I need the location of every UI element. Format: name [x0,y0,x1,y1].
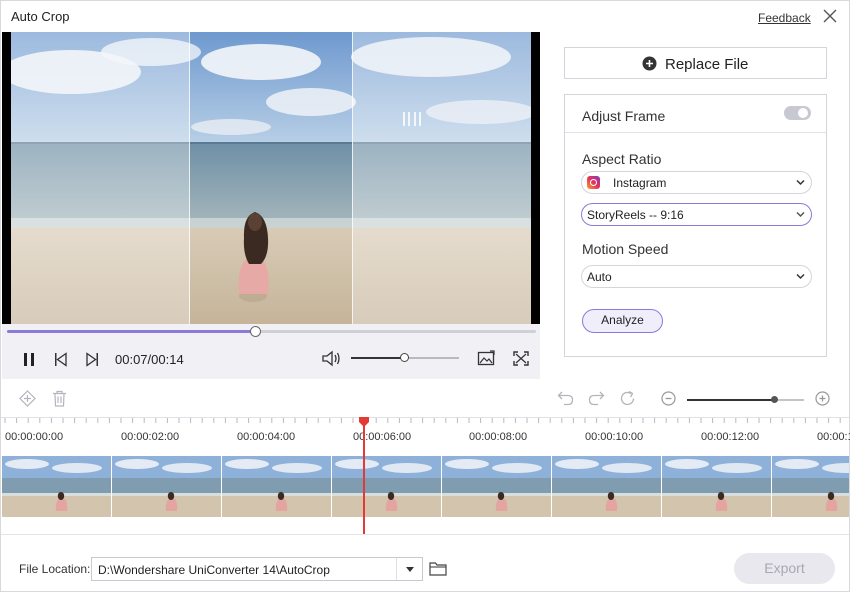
window-title: Auto Crop [11,9,70,24]
time-display: 00:07/00:14 [115,352,184,367]
fullscreen-icon[interactable] [512,350,530,367]
adjust-frame-label: Adjust Frame [582,108,666,124]
track-spacer [1,517,849,535]
chevron-down-icon [796,211,805,218]
video-track[interactable] [2,456,849,517]
platform-select[interactable]: Instagram [581,171,812,194]
add-circle-icon [642,56,657,71]
track-thumbnail [442,456,552,517]
track-thumbnail [662,456,772,517]
analyze-button[interactable]: Analyze [582,309,663,333]
video-frame [11,32,531,324]
video-preview [2,32,540,324]
redo-icon[interactable] [588,390,605,406]
ruler-tick-label: 00:00:04:00 [237,431,296,443]
volume-fill [351,357,405,359]
settings-panel: Adjust Frame Aspect Ratio Instagram Stor… [564,94,827,357]
ruler-tick-label: 00:00:08:00 [469,431,528,443]
crop-right-edge[interactable] [352,32,353,324]
replace-file-label: Replace File [665,56,749,73]
ruler-tick-label: 00:00:14:00 [817,431,850,443]
file-location-dropdown[interactable] [396,558,422,580]
timeline-ruler[interactable]: 00:00:00:00 00:00:02:00 00:00:04:00 00:0… [1,417,850,455]
crop-mask-right [353,32,531,324]
track-thumbnail [222,456,332,517]
ruler-tick-label: 00:00:10:00 [585,431,644,443]
timeline-toolbar [1,379,849,417]
zoom-fill [687,399,775,401]
instagram-icon [587,176,600,189]
adjust-frame-row: Adjust Frame [565,95,826,133]
ruler-ticks [4,418,841,423]
crop-mask-left [11,32,189,324]
zoom-out-icon[interactable] [660,390,677,407]
progress-handle[interactable] [250,326,261,337]
snapshot-icon[interactable] [477,350,496,367]
playhead-marker-icon[interactable] [359,417,369,427]
volume-slider[interactable] [351,353,459,362]
folder-icon[interactable] [429,561,447,576]
volume-handle[interactable] [400,353,409,362]
ratio-select-value: StoryReels -- 9:16 [587,208,684,222]
next-frame-icon[interactable] [85,352,100,367]
reset-icon[interactable] [619,390,636,407]
file-location-field[interactable]: D:\Wondershare UniConverter 14\AutoCrop [91,557,423,581]
chevron-down-icon [796,179,805,186]
replace-file-button[interactable]: Replace File [564,47,827,79]
ruler-tick-label: 00:00:06:00 [353,431,412,443]
motion-speed-select[interactable]: Auto [581,265,812,288]
add-keyframe-icon[interactable] [19,390,36,407]
progress-fill [7,330,256,333]
playhead[interactable] [363,417,365,534]
undo-icon[interactable] [557,390,574,406]
drag-handle-icon[interactable] [400,108,424,130]
volume-icon[interactable] [321,350,341,367]
zoom-in-icon[interactable] [814,390,831,407]
progress-bar[interactable] [7,326,536,337]
zoom-handle[interactable] [771,396,778,403]
file-location-value: D:\Wondershare UniConverter 14\AutoCrop [98,563,330,577]
caret-down-icon [406,567,414,572]
track-thumbnail [2,456,112,517]
auto-crop-window: Auto Crop Feedback 00:07/00:14 Replace F… [0,0,850,592]
ratio-select[interactable]: StoryReels -- 9:16 [581,203,812,226]
timeline-zoom-slider[interactable] [687,396,804,403]
adjust-frame-toggle[interactable] [784,106,811,120]
track-thumbnail [552,456,662,517]
motion-speed-label: Motion Speed [582,241,669,257]
player-controls: 00:07/00:14 [2,324,540,379]
ruler-tick-label: 00:00:02:00 [121,431,180,443]
platform-select-value: Instagram [613,176,667,190]
file-location-label: File Location: [19,562,91,576]
crop-left-edge[interactable] [189,32,190,324]
feedback-link[interactable]: Feedback [758,11,811,25]
chevron-down-icon [796,273,805,280]
ruler-tick-label: 00:00:12:00 [701,431,760,443]
title-bar: Auto Crop Feedback [1,1,849,32]
previous-frame-icon[interactable] [53,352,68,367]
motion-speed-value: Auto [587,270,612,284]
close-icon[interactable] [821,7,839,25]
toggle-knob [798,108,808,118]
ruler-tick-label: 00:00:00:00 [5,431,64,443]
track-thumbnail [332,456,442,517]
track-thumbnail [112,456,222,517]
export-button[interactable]: Export [734,553,835,584]
track-thumbnail [772,456,849,517]
pause-icon[interactable] [21,352,37,367]
delete-icon[interactable] [52,390,67,407]
aspect-ratio-label: Aspect Ratio [582,151,662,167]
